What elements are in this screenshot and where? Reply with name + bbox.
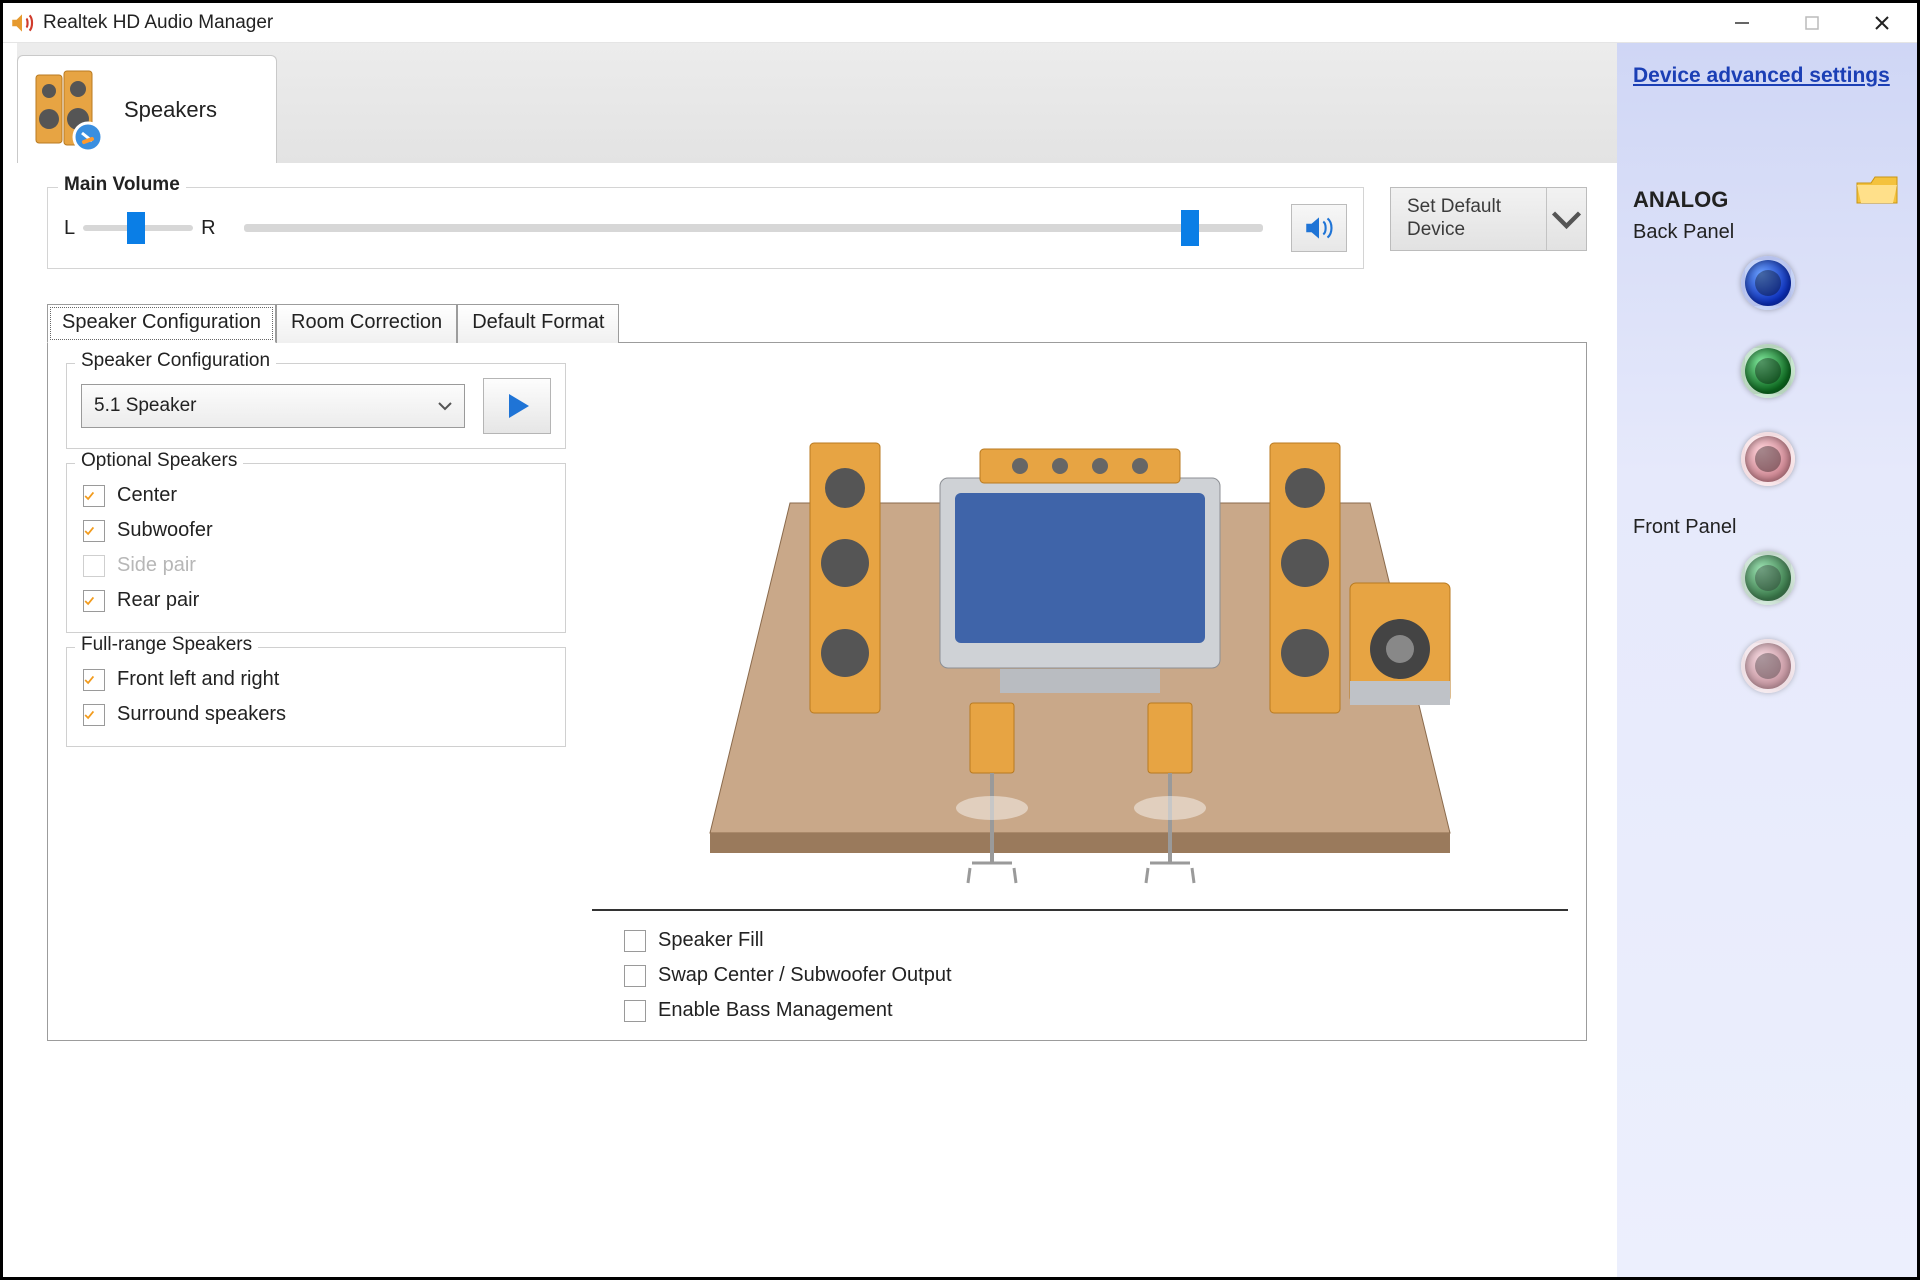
side-panel: Device advanced settings ANALOG Back Pan… [1617,43,1917,1277]
balance-right-label: R [201,217,215,240]
option-swap-center-subwoofer-output-row[interactable]: Swap Center / Subwoofer Output [622,958,1568,993]
main-volume-group: Main Volume L R [47,187,1364,269]
illustration-divider [592,909,1568,911]
optional-center-label: Center [117,484,177,507]
back-panel-label: Back Panel [1633,221,1903,244]
fullrange-surround-speakers-label: Surround speakers [117,703,286,726]
option-speaker-fill-row[interactable]: Speaker Fill [622,923,1568,958]
front-panel-label: Front Panel [1633,516,1903,539]
device-advanced-settings-link[interactable]: Device advanced settings [1633,61,1890,91]
optional-speakers-group: Optional Speakers CenterSubwooferSide pa… [66,463,566,633]
balance-thumb[interactable] [127,212,145,244]
full-range-legend: Full-range Speakers [75,634,258,656]
set-default-device-button[interactable]: Set Default Device [1390,187,1587,251]
fullrange-front-left-and-right-checkbox[interactable] [83,669,105,691]
close-button[interactable] [1847,3,1917,43]
fullrange-front-left-and-right-row[interactable]: Front left and right [81,662,551,697]
app-speaker-icon [9,10,35,36]
title-bar: Realtek HD Audio Manager [3,3,1917,43]
optional-subwoofer-checkbox[interactable] [83,520,105,542]
set-default-device-dropdown[interactable] [1546,188,1586,250]
optional-rear-pair-checkbox[interactable] [83,590,105,612]
tab-speaker-configuration[interactable]: Speaker Configuration [47,304,276,343]
optional-center-checkbox[interactable] [83,485,105,507]
window-title: Realtek HD Audio Manager [43,12,273,34]
extra-options-list: Speaker Fill Swap Center / Subwoofer Outp… [592,923,1568,1028]
audio-jack-blue[interactable] [1741,256,1795,310]
chevron-down-icon [436,397,454,415]
option-enable-bass-management-label: Enable Bass Management [658,999,893,1022]
optional-center-row[interactable]: Center [81,478,551,513]
speaker-configuration-panel: Speaker Configuration 5.1 Speaker [47,343,1587,1041]
full-range-speakers-group: Full-range Speakers Front left and right… [66,647,566,747]
optional-subwoofer-label: Subwoofer [117,519,213,542]
app-window: Realtek HD Audio Manager [0,0,1920,1280]
tab-default-format[interactable]: Default Format [457,304,619,343]
audio-jack-pink[interactable] [1741,639,1795,693]
maximize-button[interactable] [1777,3,1847,43]
volume-thumb[interactable] [1181,210,1199,246]
tab-room-correction[interactable]: Room Correction [276,304,457,343]
test-play-button[interactable] [483,378,551,434]
option-enable-bass-management-checkbox[interactable] [624,1000,646,1022]
audio-jack-pink[interactable] [1741,432,1795,486]
optional-subwoofer-row[interactable]: Subwoofer [81,513,551,548]
settings-tabstrip: Speaker Configuration Room Correction De… [47,303,1587,343]
speaker-layout-column: Speaker Fill Swap Center / Subwoofer Outp… [592,363,1568,1028]
balance-left-label: L [64,217,75,240]
speaker-configuration-legend: Speaker Configuration [75,350,276,372]
optional-rear-pair-row[interactable]: Rear pair [81,583,551,618]
back-panel-jacks [1633,256,1903,486]
device-tab-label: Speakers [124,97,217,123]
main-volume-legend: Main Volume [58,174,186,196]
main-area: Speakers Main Volume L R [3,43,1617,1277]
optional-side-pair-row: Side pair [81,548,551,583]
optional-rear-pair-label: Rear pair [117,589,199,612]
front-panel-jacks [1633,551,1903,693]
minimize-button[interactable] [1707,3,1777,43]
fullrange-surround-speakers-checkbox[interactable] [83,704,105,726]
speaker-layout-illustration [592,363,1568,903]
device-tabstrip: Speakers [17,43,1617,163]
option-swap-center-subwoofer-output-label: Swap Center / Subwoofer Output [658,964,952,987]
folder-icon[interactable] [1855,173,1899,207]
option-speaker-fill-checkbox[interactable] [624,930,646,952]
fullrange-front-left-and-right-label: Front left and right [117,668,279,691]
audio-jack-green[interactable] [1741,551,1795,605]
device-tab-speakers[interactable]: Speakers [17,55,277,163]
audio-jack-green[interactable] [1741,344,1795,398]
speaker-configuration-select[interactable]: 5.1 Speaker [81,384,465,428]
volume-slider[interactable] [244,224,1263,232]
optional-side-pair-label: Side pair [117,554,196,577]
mute-button[interactable] [1291,204,1347,252]
speaker-configuration-value: 5.1 Speaker [94,395,196,417]
optional-side-pair-checkbox [83,555,105,577]
balance-slider[interactable]: L R [64,217,216,240]
window-controls [1707,3,1917,43]
option-enable-bass-management-row[interactable]: Enable Bass Management [622,993,1568,1028]
optional-speakers-legend: Optional Speakers [75,450,243,472]
set-default-device-label: Set Default Device [1391,192,1546,246]
speakers-icon [30,67,110,153]
option-speaker-fill-label: Speaker Fill [658,929,764,952]
option-swap-center-subwoofer-output-checkbox[interactable] [624,965,646,987]
fullrange-surround-speakers-row[interactable]: Surround speakers [81,697,551,732]
play-icon [501,390,533,422]
speaker-configuration-group: Speaker Configuration 5.1 Speaker [66,363,566,449]
